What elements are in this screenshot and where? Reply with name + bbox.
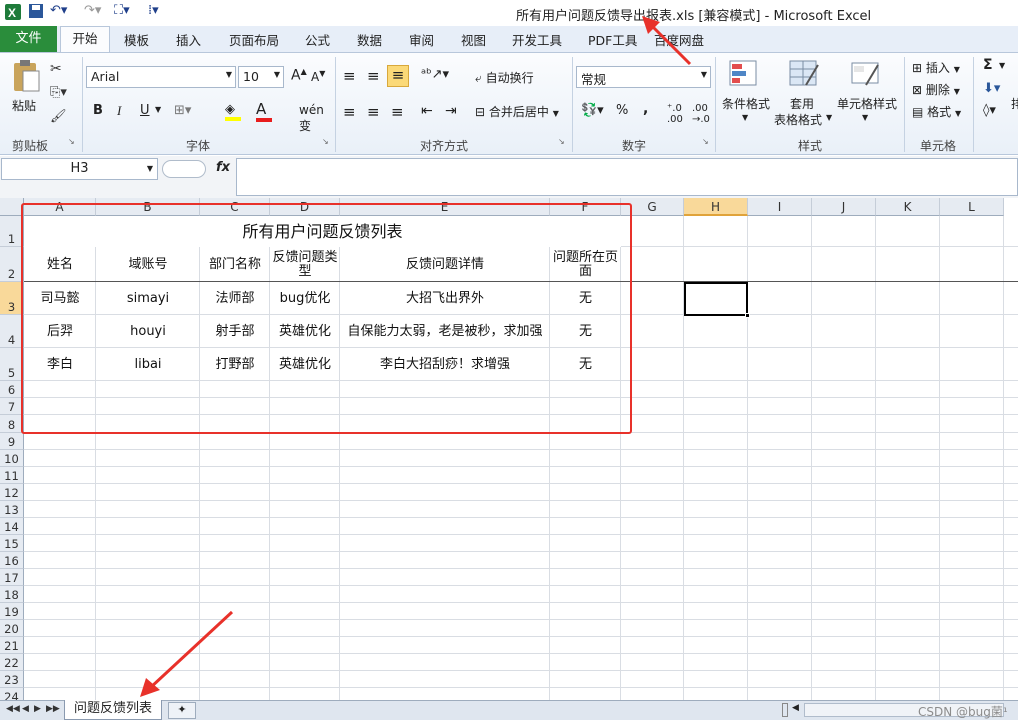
annotation-arrows <box>140 16 692 697</box>
sheet-tab-bar: ◀◀ ◀ ▶ ▶▶ 问题反馈列表 ✦ ◀ CSDN @bug菌¹ <box>0 700 1018 720</box>
next-sheet-icon[interactable]: ▶ <box>34 704 41 714</box>
tab-split-handle[interactable] <box>782 703 788 717</box>
prev-sheet-icon[interactable]: ◀ <box>22 704 29 714</box>
sheet-tab-arrow <box>148 610 234 690</box>
scroll-left-icon[interactable]: ◀ <box>792 703 799 713</box>
sheet-tab-feedback[interactable]: 问题反馈列表 <box>64 700 162 720</box>
new-sheet-icon[interactable]: ✦ <box>168 702 196 719</box>
first-sheet-icon[interactable]: ◀◀ <box>6 704 20 714</box>
last-sheet-icon[interactable]: ▶▶ <box>46 704 60 714</box>
watermark: CSDN @bug菌¹ <box>918 705 1008 719</box>
title-arrow <box>646 20 692 66</box>
